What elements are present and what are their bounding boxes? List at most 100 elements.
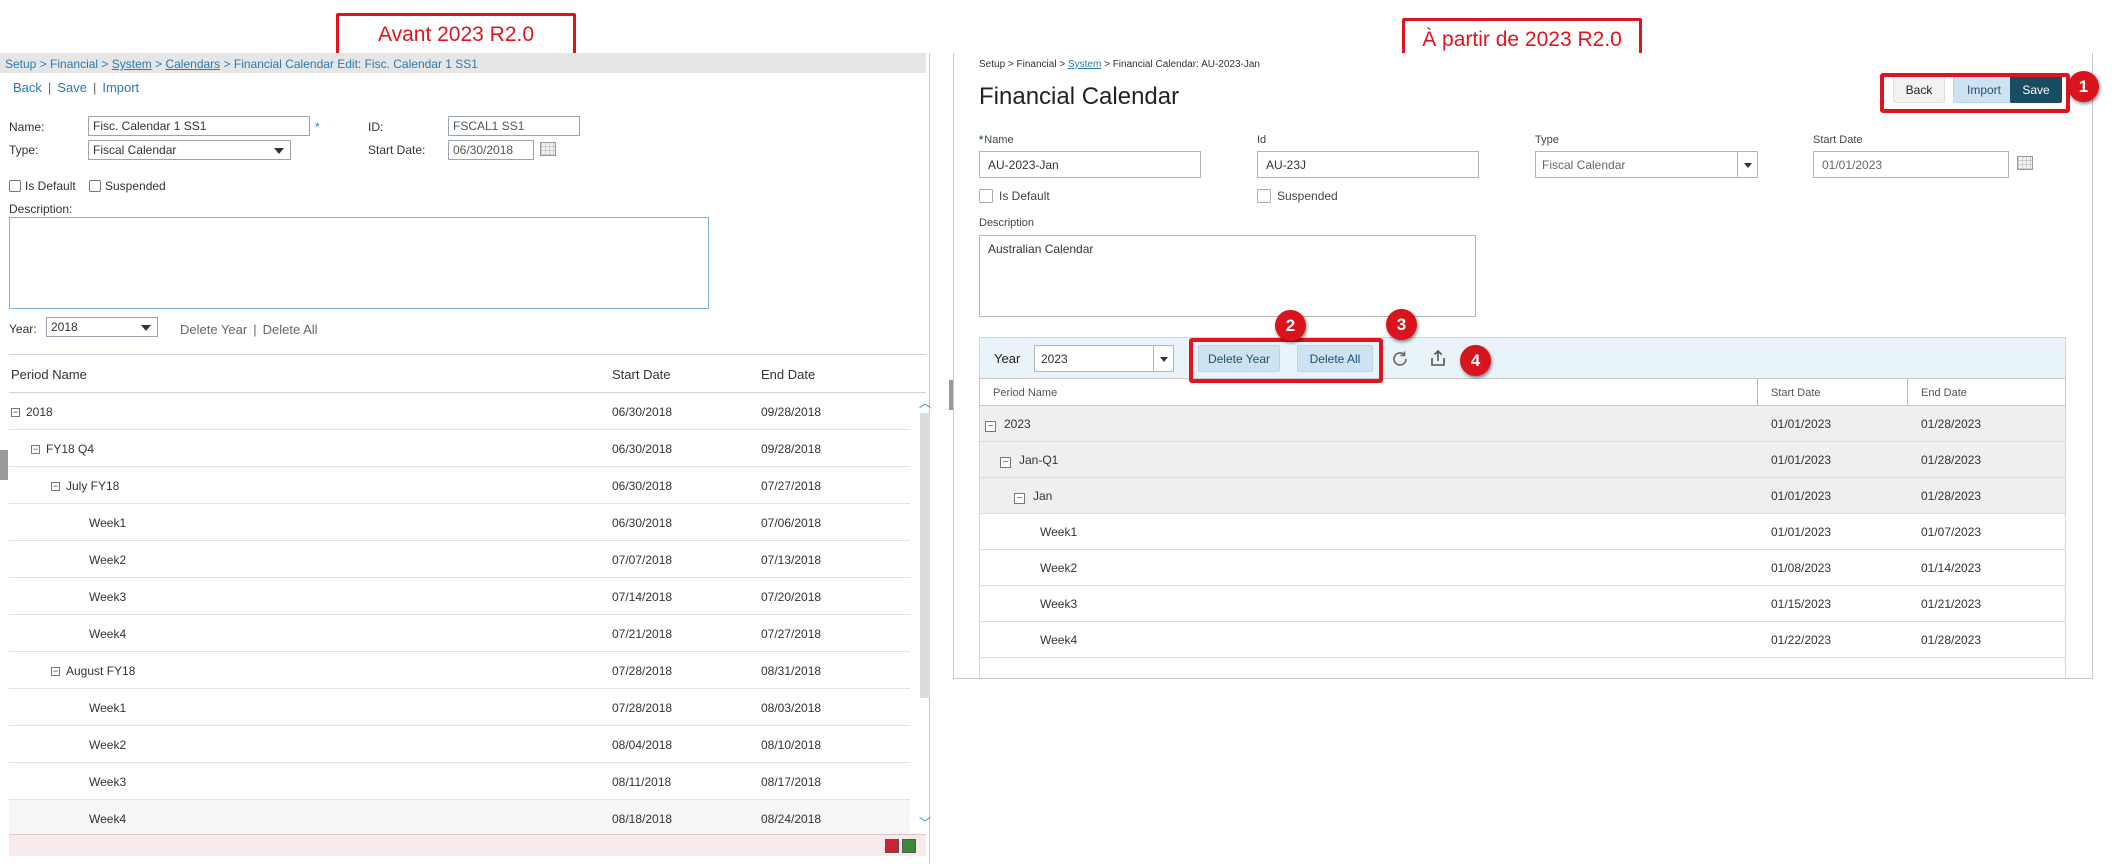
- cell-end-date: 01/28/2023: [1921, 453, 1982, 467]
- old-save-link[interactable]: Save: [57, 80, 87, 95]
- cell-period-name: Week2: [1040, 561, 1077, 575]
- table-row[interactable]: Week2 01/08/2023 01/14/2023: [980, 550, 2065, 586]
- breadcrumb-financial[interactable]: Financial: [50, 57, 98, 71]
- old-start-date-input[interactable]: 06/30/2018: [448, 140, 534, 160]
- old-suspended-checkbox[interactable]: Suspended: [89, 179, 166, 193]
- scroll-up-icon[interactable]: ︿: [919, 397, 931, 409]
- period-name-text: FY18 Q4: [46, 442, 95, 456]
- scroll-down-icon[interactable]: ﹀: [919, 817, 931, 829]
- old-import-link[interactable]: Import: [102, 80, 139, 95]
- old-year-actions: Delete Year | Delete All: [180, 322, 318, 337]
- column-header-start-date[interactable]: Start Date: [1771, 387, 1821, 399]
- table-row[interactable]: Week2 08/04/2018 08/10/2018: [9, 726, 910, 763]
- new-breadcrumb: Setup > Financial > System > Financial C…: [979, 59, 1260, 70]
- checkbox-icon[interactable]: [9, 180, 21, 192]
- column-header-period-name[interactable]: Period Name: [993, 387, 1057, 399]
- old-grid-scrollbar[interactable]: ︿ ﹀: [918, 393, 932, 833]
- old-is-default-checkbox[interactable]: Is Default: [9, 179, 76, 193]
- old-back-link[interactable]: Back: [13, 80, 42, 95]
- save-grid-icon[interactable]: [885, 839, 899, 853]
- calendar-icon[interactable]: [540, 142, 556, 156]
- cell-end-date: 08/03/2018: [761, 701, 822, 715]
- breadcrumb-calendars[interactable]: Calendars: [165, 57, 220, 71]
- id-input[interactable]: AU-23J: [1257, 151, 1479, 178]
- cell-end-date: 09/28/2018: [761, 442, 822, 456]
- table-row[interactable]: − FY18 Q4 06/30/2018 09/28/2018: [9, 430, 910, 467]
- description-textarea[interactable]: Australian Calendar: [979, 235, 1476, 317]
- breadcrumb-setup[interactable]: Setup: [5, 57, 36, 71]
- column-header-start-date[interactable]: Start Date: [612, 367, 671, 382]
- breadcrumb-system[interactable]: System: [112, 57, 152, 71]
- old-description-textarea[interactable]: [9, 217, 709, 309]
- checkbox-icon[interactable]: [89, 180, 101, 192]
- collapse-icon[interactable]: −: [1014, 493, 1025, 504]
- table-row[interactable]: −2018 06/30/2018 09/28/2018: [9, 393, 910, 430]
- breadcrumb-prefix[interactable]: Setup > Financial >: [979, 59, 1068, 70]
- start-date-input[interactable]: 01/01/2023: [1813, 151, 2009, 178]
- table-row[interactable]: − July FY18 06/30/2018 07/27/2018: [9, 467, 910, 504]
- old-delete-year-link[interactable]: Delete Year: [180, 322, 247, 337]
- collapse-icon[interactable]: −: [1000, 457, 1011, 468]
- cell-end-date: 07/06/2018: [761, 516, 822, 530]
- column-divider[interactable]: [1907, 379, 1908, 406]
- table-row[interactable]: − Jan-Q1 01/01/2023 01/28/2023: [980, 442, 2065, 478]
- scrollbar-thumb[interactable]: [920, 413, 930, 698]
- year-select[interactable]: 2023: [1034, 345, 1174, 372]
- period-name-text: Week1: [1040, 525, 1078, 539]
- old-year-value: 2018: [51, 320, 78, 334]
- old-period-grid: Period Name Start Date End Date −2018 06/…: [9, 354, 931, 837]
- cell-end-date: 07/13/2018: [761, 553, 822, 567]
- checkbox-icon[interactable]: [1257, 189, 1271, 203]
- collapse-icon[interactable]: −: [51, 482, 60, 491]
- old-type-select[interactable]: Fiscal Calendar: [88, 140, 291, 160]
- name-input[interactable]: AU-2023-Jan: [979, 151, 1201, 178]
- table-row[interactable]: Week3 01/15/2023 01/21/2023: [980, 586, 2065, 622]
- suspended-checkbox[interactable]: Suspended: [1257, 189, 1338, 203]
- column-header-period-name[interactable]: Period Name: [11, 367, 87, 382]
- table-row[interactable]: Week4 07/21/2018 07/27/2018: [9, 615, 910, 652]
- column-divider[interactable]: [1757, 379, 1758, 406]
- column-header-end-date[interactable]: End Date: [761, 367, 815, 382]
- table-row[interactable]: −2023 01/01/2023 01/28/2023: [980, 406, 2065, 442]
- breadcrumb-separator: >: [220, 57, 234, 71]
- type-select[interactable]: Fiscal Calendar: [1535, 151, 1758, 178]
- cell-period-name: − Jan-Q1: [1000, 453, 1058, 468]
- chevron-down-icon[interactable]: [1153, 346, 1173, 371]
- table-row[interactable]: − August FY18 07/28/2018 08/31/2018: [9, 652, 910, 689]
- collapse-icon[interactable]: −: [51, 667, 60, 676]
- left-collapse-handle[interactable]: [0, 450, 8, 480]
- description-label: Description: [979, 217, 1035, 229]
- is-default-checkbox[interactable]: Is Default: [979, 189, 1050, 203]
- table-row[interactable]: Week4 08/18/2018 08/24/2018: [9, 800, 910, 837]
- period-name-text: Week4: [89, 627, 127, 641]
- export-icon[interactable]: [1428, 348, 1448, 368]
- breadcrumb-system[interactable]: System: [1068, 59, 1101, 70]
- table-row[interactable]: Week1 07/28/2018 08/03/2018: [9, 689, 910, 726]
- table-row[interactable]: Week3 07/14/2018 07/20/2018: [9, 578, 910, 615]
- old-id-input[interactable]: FSCAL1 SS1: [448, 116, 580, 136]
- required-marker: *: [315, 120, 320, 134]
- old-year-select[interactable]: 2018: [46, 317, 158, 337]
- table-row[interactable]: Week1 06/30/2018 07/06/2018: [9, 504, 910, 541]
- column-header-end-date[interactable]: End Date: [1921, 387, 1967, 399]
- collapse-icon[interactable]: −: [11, 408, 20, 417]
- table-row[interactable]: − Jan 01/01/2023 01/28/2023: [980, 478, 2065, 514]
- table-row[interactable]: Week2 07/07/2018 07/13/2018: [9, 541, 910, 578]
- table-row[interactable]: Week1 01/01/2023 01/07/2023: [980, 514, 2065, 550]
- collapse-icon[interactable]: −: [31, 445, 40, 454]
- cell-period-name: Week4: [89, 627, 126, 641]
- cell-end-date: 07/20/2018: [761, 590, 822, 604]
- cell-start-date: 08/04/2018: [612, 738, 673, 752]
- collapse-icon[interactable]: −: [985, 421, 996, 432]
- table-row[interactable]: Week3 08/11/2018 08/17/2018: [9, 763, 910, 800]
- old-name-input[interactable]: Fisc. Calendar 1 SS1: [88, 116, 310, 136]
- table-row[interactable]: Week4 01/22/2023 01/28/2023: [980, 622, 2065, 658]
- export-excel-icon[interactable]: [902, 839, 916, 853]
- cell-end-date: 07/27/2018: [761, 479, 822, 493]
- old-delete-all-link[interactable]: Delete All: [263, 322, 318, 337]
- chevron-down-icon[interactable]: [1737, 152, 1757, 177]
- refresh-icon[interactable]: [1390, 349, 1410, 369]
- old-year-label: Year:: [9, 322, 37, 336]
- calendar-icon[interactable]: [2017, 156, 2033, 170]
- checkbox-icon[interactable]: [979, 189, 993, 203]
